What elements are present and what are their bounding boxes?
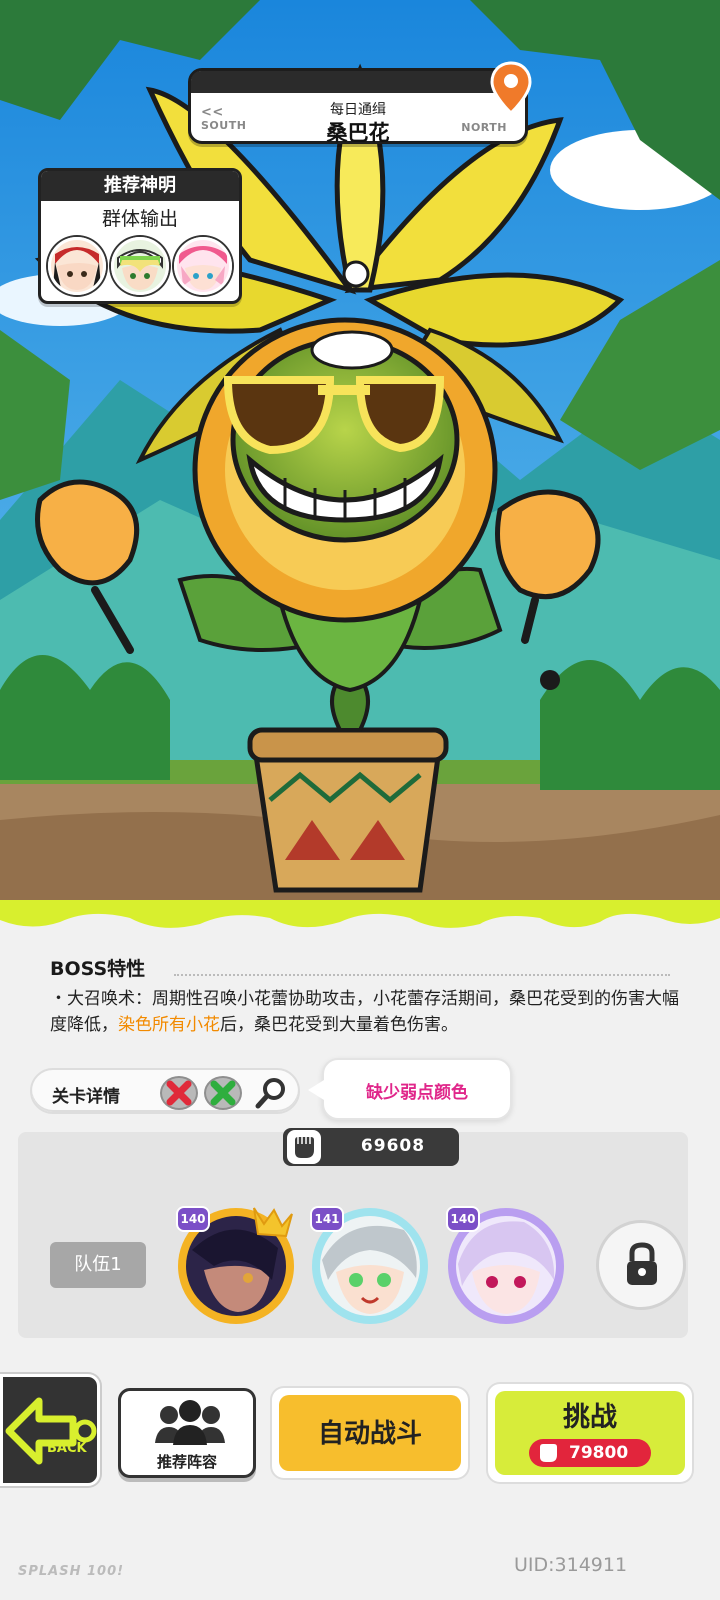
- fist-icon: [540, 1444, 557, 1462]
- lock-icon: [627, 1242, 657, 1285]
- boss-title-divider: [174, 974, 670, 976]
- team-power-value: 69608: [360, 1136, 426, 1156]
- back-arrow-icon: [5, 1397, 97, 1465]
- missing-weakness-tooltip: 缺少弱点颜色: [308, 1058, 512, 1120]
- hero-2-level: 141: [310, 1206, 344, 1232]
- recommend-panel: 推荐神明 群体输出: [38, 168, 242, 304]
- stage-header: << SOUTH 每日通缉 桑巴花 NORTH: [188, 61, 532, 145]
- hero-slot-3[interactable]: 140: [444, 1200, 574, 1330]
- auto-battle-button[interactable]: 自动战斗: [272, 1388, 468, 1478]
- boss-trait-title: BOSS特性: [50, 958, 146, 980]
- team-panel: 69608 队伍1 140 141 140: [18, 1128, 688, 1338]
- missing-weakness-text: 缺少弱点颜色: [366, 1083, 468, 1103]
- challenge-cost: 79800: [529, 1439, 651, 1467]
- boss-scene: << SOUTH 每日通缉 桑巴花 NORTH 推荐神明 群体输出: [0, 0, 720, 910]
- back-button[interactable]: BACK: [0, 1374, 100, 1486]
- fist-icon: [287, 1130, 321, 1164]
- north-label[interactable]: NORTH: [461, 121, 507, 134]
- recommend-lineup-button[interactable]: 推荐阵容: [118, 1388, 256, 1478]
- challenge-label: 挑战: [563, 1402, 617, 1433]
- boss-trait-description: ・大召唤术：周期性召唤小花蕾协助攻击，小花蕾存活期间，桑巴花受到的伤害大幅度降低…: [50, 986, 690, 1038]
- auto-battle-label: 自动战斗: [317, 1419, 422, 1449]
- hero-slot-1[interactable]: 140: [174, 1200, 304, 1330]
- boss-desc-part2: 后，桑巴花受到大量着色伤害。: [220, 1015, 458, 1035]
- stage-details-button[interactable]: 关卡详情: [30, 1068, 300, 1114]
- hero-1-level: 140: [176, 1206, 210, 1232]
- team-selector[interactable]: 队伍1: [50, 1242, 146, 1288]
- hero-3-level: 140: [446, 1206, 480, 1232]
- recommend-heading: 推荐神明: [41, 171, 239, 201]
- stage-info-panel: BOSS特性 ・大召唤术：周期性召唤小花蕾协助攻击，小花蕾存活期间，桑巴花受到的…: [0, 900, 720, 1600]
- stage-details-label: 关卡详情: [52, 1087, 120, 1107]
- splash-logo: SPLASH 100!: [18, 1564, 125, 1579]
- team-power: 69608: [283, 1128, 459, 1166]
- weakness-green-splat-icon: [204, 1076, 242, 1110]
- slime-edge-decoration: [0, 900, 720, 928]
- recommend-role: 群体输出: [101, 208, 178, 230]
- back-label: BACK: [47, 1441, 87, 1456]
- magnifier-icon[interactable]: [254, 1076, 290, 1110]
- recommend-avatar-pink-cap[interactable]: [174, 237, 233, 295]
- recommend-avatar-red-cap[interactable]: [47, 237, 106, 295]
- team-lineup-icon: [155, 1400, 225, 1445]
- recommend-lineup-label: 推荐阵容: [156, 1453, 217, 1471]
- user-id: UID:314911: [514, 1554, 628, 1576]
- recommend-avatars: [41, 231, 239, 295]
- boss-desc-highlight: 染色所有小花: [118, 1015, 220, 1035]
- challenge-cost-value: 79800: [569, 1443, 629, 1463]
- recommend-avatar-green-helmet[interactable]: [110, 237, 169, 295]
- location-pin-icon: [490, 61, 532, 115]
- header-subtitle: 每日通缉: [330, 102, 386, 118]
- weakness-red-splat-icon: [160, 1076, 198, 1110]
- locked-hero-slot[interactable]: [596, 1220, 686, 1310]
- header-topbar: [191, 71, 525, 93]
- challenge-button[interactable]: 挑战 79800: [488, 1384, 692, 1482]
- hero-slot-2[interactable]: 141: [308, 1200, 438, 1330]
